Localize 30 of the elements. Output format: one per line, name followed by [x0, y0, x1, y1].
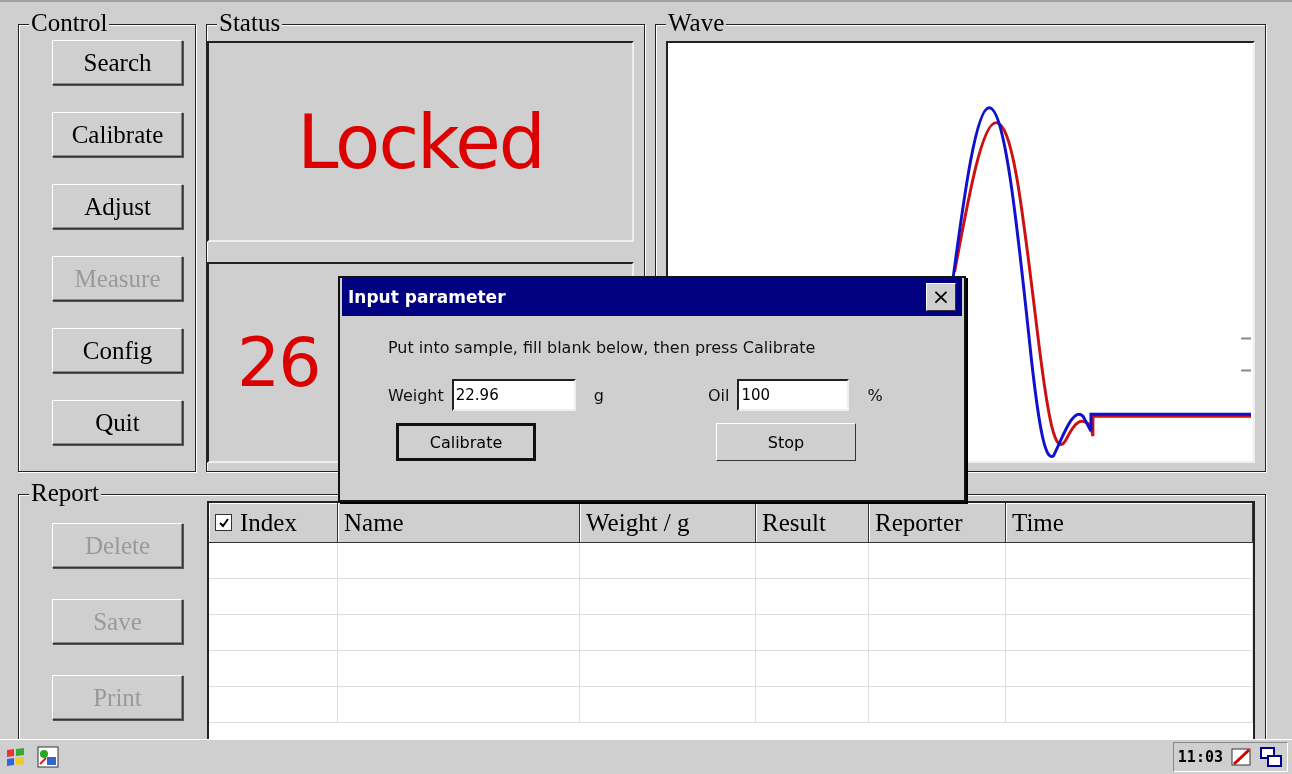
lock-state: Locked — [297, 98, 544, 185]
control-button[interactable]: Quit — [52, 400, 183, 445]
pen-icon[interactable] — [1229, 745, 1253, 769]
column-header[interactable]: Time — [1006, 503, 1253, 543]
field-label: Weight — [388, 385, 444, 405]
column-title: Index — [240, 508, 297, 537]
reading-value: 26 — [237, 323, 320, 402]
column-title: Weight / g — [586, 508, 690, 537]
field-label: Oil — [708, 385, 730, 405]
column-header[interactable]: Index — [209, 503, 338, 543]
dialog-message: Put into sample, fill blank below, then press Calibrate — [388, 338, 817, 357]
dialog-title: Input parameter — [348, 287, 506, 307]
select-all-checkbox[interactable] — [215, 514, 232, 531]
column-title: Time — [1012, 508, 1064, 537]
windows-icon[interactable] — [1259, 745, 1283, 769]
column-title: Reporter — [875, 508, 963, 537]
unit-label: % — [867, 385, 883, 405]
control-button[interactable]: Calibrate — [52, 112, 183, 157]
control-button[interactable]: Adjust — [52, 184, 183, 229]
column-title: Result — [762, 508, 826, 537]
input-field[interactable]: 100 — [737, 379, 850, 411]
dialog-button[interactable]: Stop — [716, 423, 856, 461]
close-button[interactable]: × — [926, 283, 956, 311]
control-button[interactable]: Config — [52, 328, 183, 373]
input-field[interactable]: 22.96 — [451, 379, 576, 411]
column-title: Name — [344, 508, 404, 537]
unit-label: g — [593, 385, 604, 405]
app-icon[interactable] — [36, 745, 60, 769]
dialog-button[interactable]: Calibrate — [396, 423, 536, 461]
control-button[interactable]: Search — [52, 40, 183, 85]
